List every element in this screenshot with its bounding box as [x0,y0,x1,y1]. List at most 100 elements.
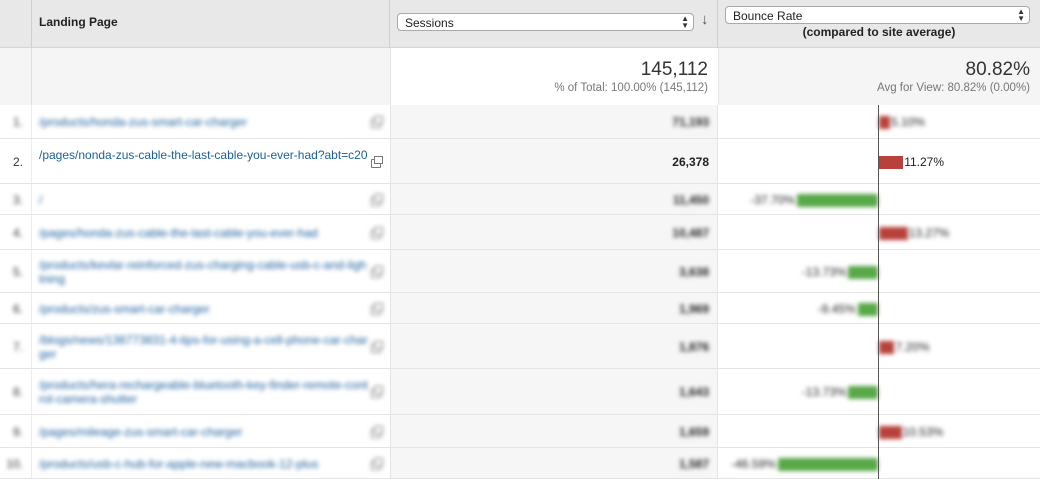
total-sessions-value: 145,112 [640,59,708,80]
header-sessions: Sessions ▲ ▼ ↓ [390,0,718,48]
bounce-comparison-bar [879,155,904,169]
bounce-metric-select[interactable]: Bounce Rate ▲ ▼ [725,6,1030,24]
sessions-value: 1,643 [678,385,709,399]
row-index: 1. [12,115,23,129]
bounce-comparison-bar [796,193,878,207]
sessions-cell: 1,643 [390,369,718,414]
header-landing-page[interactable]: Landing Page [31,0,390,48]
open-external-icon[interactable] [371,425,383,438]
bounce-comparison-label: -13.73% [801,264,847,279]
sessions-cell: 10,487 [390,215,718,249]
bounce-comparison-label: 11.27% [904,154,945,169]
table-row: 3. / 11,450 -37.70% [0,184,1040,215]
totals-bounce-cell: 80.82% Avg for View: 80.82% (0.00%) [718,48,1040,105]
open-external-icon[interactable] [371,226,383,239]
open-external-icon[interactable] [371,386,383,398]
bounce-comparison-bar [777,457,878,471]
open-external-icon[interactable] [371,265,383,278]
row-index-cell: 6. [0,293,31,323]
table-row: 9. /pages/mileage-zus-smart-car-charger 1,… [0,415,1040,448]
bounce-comparison-bar [879,425,902,439]
sessions-value: 10,487 [672,225,709,240]
open-external-icon[interactable] [371,155,383,168]
bounce-comparison-label: -37.70% [750,192,795,207]
bounce-comparison-label: -13.73% [801,385,847,399]
row-index: 6. [12,301,23,316]
select-updown-icon: ▲ ▼ [1017,7,1025,23]
sessions-cell: 1,969 [390,293,718,323]
row-index-cell: 2. [0,139,31,183]
row-index: 9. [12,424,23,439]
landing-page-link[interactable]: /products/honda-zus-smart-car-charger [39,115,369,129]
landing-page-link[interactable]: /pages/honda-zus-cable-the-last-cable-yo… [39,226,369,240]
sessions-value: 26,378 [672,154,709,169]
row-index-cell: 10. [0,448,31,478]
bounce-rate-cell: -46.59% [718,448,1040,478]
open-external-icon[interactable] [371,116,383,128]
bounce-rate-cell: -13.73% [718,250,1040,292]
bounce-rate-cell: -13.73% [718,369,1040,414]
landing-page-cell: /products/kevlar-reinforced-zus-charging… [31,250,390,292]
landing-page-link[interactable]: /products/usb-c-hub-for-apple-new-macboo… [39,457,369,471]
bounce-rate-cell: 13.27% [718,215,1040,249]
open-external-icon[interactable] [371,340,383,353]
landing-page-link[interactable]: /products/kevlar-reinforced-zus-charging… [39,258,369,286]
row-index: 3. [12,192,23,207]
totals-page-cell [31,48,390,105]
sessions-cell: 11,450 [390,184,718,214]
row-index-cell: 7. [0,324,31,368]
bounce-rate-cell: 11.27% [718,139,1040,183]
sort-descending-icon[interactable]: ↓ [701,11,709,28]
row-index: 5. [12,264,23,279]
landing-page-cell: / [31,184,390,214]
header-index-cell [0,0,31,48]
totals-sessions-cell: 145,112 % of Total: 100.00% (145,112) [390,48,718,105]
landing-page-link[interactable]: / [39,193,369,207]
bounce-comparison-label: 5.10% [890,115,925,129]
bounce-rate-cell: 10.53% [718,415,1040,447]
sessions-value: 71,193 [672,115,709,129]
open-external-icon[interactable] [371,302,383,315]
landing-page-link[interactable]: /pages/mileage-zus-smart-car-charger [39,425,369,439]
bounce-rate-cell: 7.20% [718,324,1040,368]
sessions-value: 1,587 [678,456,709,471]
sessions-cell: 3,638 [390,250,718,292]
open-external-icon[interactable] [371,193,383,206]
bounce-rate-cell: -37.70% [718,184,1040,214]
row-index: 7. [12,339,23,354]
row-index: 10. [6,456,23,471]
sessions-value: 11,450 [672,192,709,207]
bounce-rate-cell: 5.10% [718,105,1040,138]
table-header: Landing Page Sessions ▲ ▼ ↓ Bounce Rate ▲… [0,0,1040,48]
bounce-comparison-subtitle: (compared to site average) [802,25,956,39]
landing-page-link[interactable]: /products/zus-smart-car-charger [39,302,369,316]
table-row: 4. /pages/honda-zus-cable-the-last-cable-… [0,215,1040,250]
row-index-cell: 5. [0,250,31,292]
avg-bounce-for-view: Avg for View: 80.82% (0.00%) [877,82,1030,94]
row-index: 4. [12,225,23,240]
landing-page-link[interactable]: /pages/nonda-zus-cable-the-last-cable-yo… [39,148,369,162]
landing-page-link[interactable]: /blogs/news/138773831-4-tips-for-using-a… [39,333,369,361]
total-bounce-value: 80.82% [965,59,1030,80]
header-bounce-rate: Bounce Rate ▲ ▼ (compared to site average… [718,0,1040,48]
bounce-comparison-bar [879,340,895,354]
sessions-cell: 1,659 [390,415,718,447]
table-row: 2. /pages/nonda-zus-cable-the-last-cable-… [0,139,1040,184]
bounce-comparison-bar [879,116,890,129]
sessions-metric-select[interactable]: Sessions ▲ ▼ [397,13,694,31]
landing-page-cell: /products/usb-c-hub-for-apple-new-macboo… [31,448,390,478]
landing-page-cell: /pages/honda-zus-cable-the-last-cable-yo… [31,215,390,249]
sessions-value: 1,659 [678,424,709,439]
sessions-value: 3,638 [678,264,709,279]
row-index-cell: 3. [0,184,31,214]
bounce-comparison-bar [848,265,878,279]
bounce-comparison-label: -9.45% [817,301,856,316]
landing-page-cell: /blogs/news/138773831-4-tips-for-using-a… [31,324,390,368]
bounce-select-label: Bounce Rate [733,9,803,23]
open-external-icon[interactable] [371,457,383,470]
bounce-comparison-label: 10.53% [902,424,944,439]
sessions-cell: 1,876 [390,324,718,368]
sessions-cell: 71,193 [390,105,718,138]
row-index-cell: 8. [0,369,31,414]
landing-page-link[interactable]: /products/hera-rechargeable-bluetooth-ke… [39,378,369,406]
